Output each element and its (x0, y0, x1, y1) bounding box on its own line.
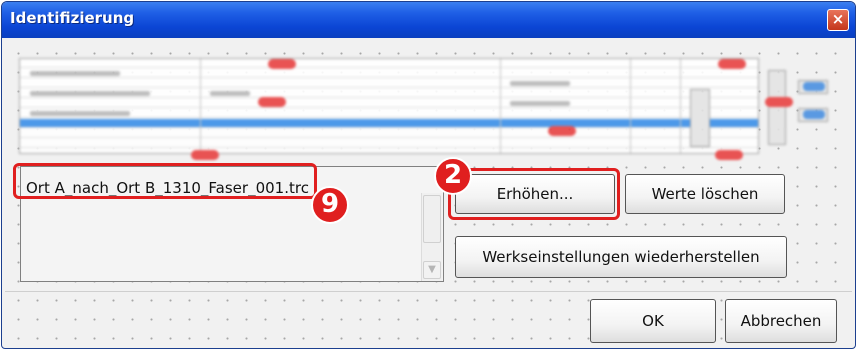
dialog-title: Identifizierung (10, 9, 135, 27)
button-area-divider (5, 291, 852, 292)
ok-button[interactable]: OK (590, 299, 716, 343)
file-list-scrollbar[interactable]: ▼ (421, 193, 442, 281)
dialog-client-area: Ort A_nach_Ort B_1310_Faser_001.trc ▼ Er… (5, 38, 852, 345)
blurred-marker (803, 110, 825, 119)
increase-button-highlight (448, 168, 620, 220)
table-cell (30, 71, 120, 76)
table-column-divider (500, 59, 501, 153)
scrollbar-thumb[interactable] (423, 195, 441, 243)
table-cell (510, 81, 570, 86)
table-cell (210, 91, 250, 96)
table-row-selected[interactable] (20, 119, 758, 128)
table-cell (510, 101, 570, 106)
annotation-badge-2: 2 (434, 157, 472, 195)
table-row (20, 59, 758, 68)
side-scroll-control[interactable] (768, 70, 786, 145)
blurred-annotation-marker (765, 97, 793, 107)
blurred-annotation-marker (715, 150, 743, 160)
blurred-annotation-marker (718, 59, 746, 69)
title-bar: Identifizierung × (2, 2, 855, 38)
table-row (20, 139, 758, 148)
table-row (20, 109, 758, 118)
table-column-divider (680, 59, 681, 153)
scroll-down-arrow-icon[interactable]: ▼ (423, 261, 441, 279)
close-icon: × (831, 10, 845, 28)
table-row (20, 99, 758, 108)
table-row (20, 69, 758, 78)
close-button[interactable]: × (827, 9, 849, 31)
table-row (20, 79, 758, 88)
table-cell-button[interactable] (690, 89, 710, 147)
blurred-annotation-marker (258, 97, 286, 107)
blurred-annotation-marker (548, 126, 576, 136)
annotation-badge-9: 9 (311, 186, 349, 224)
blurred-annotation-marker (191, 150, 219, 160)
blurred-marker (803, 82, 825, 91)
clear-values-button[interactable]: Werte löschen (625, 174, 785, 214)
blurred-settings-table (13, 50, 843, 162)
restore-defaults-button[interactable]: Werkseinstellungen wiederherstellen (455, 236, 787, 278)
table-cell (30, 91, 150, 96)
table-column-divider (200, 59, 201, 153)
settings-table (19, 58, 759, 154)
table-cell (30, 111, 130, 116)
identifizierung-dialog: Identifizierung × Ort A_nach_Ort B_1310_… (1, 1, 856, 349)
table-column-divider (630, 59, 631, 153)
cancel-button[interactable]: Abbrechen (725, 299, 837, 343)
table-row (20, 129, 758, 138)
filename-highlight (13, 163, 317, 199)
blurred-annotation-marker (268, 59, 296, 69)
